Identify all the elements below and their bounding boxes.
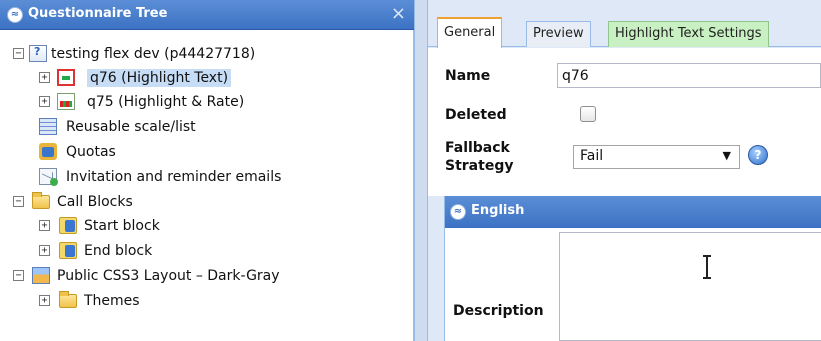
- tree-node-label[interactable]: testing flex dev (p44427718): [51, 45, 255, 63]
- tree-node-end-block[interactable]: + End block: [0, 239, 410, 263]
- panel-splitter[interactable]: [414, 0, 428, 341]
- help-icon[interactable]: ?: [748, 145, 768, 165]
- tab-strip: General Preview Highlight Text Settings: [428, 0, 821, 48]
- expand-expander-icon[interactable]: +: [39, 245, 50, 256]
- close-icon[interactable]: ×: [391, 3, 406, 25]
- expand-expander-icon[interactable]: +: [39, 220, 50, 231]
- collapse-expander-icon[interactable]: −: [13, 196, 24, 207]
- tree-node-label[interactable]: Invitation and reminder emails: [66, 168, 281, 186]
- block-icon: [59, 242, 77, 259]
- description-row: Description: [445, 228, 821, 341]
- collapse-expander-icon[interactable]: −: [13, 270, 24, 281]
- panel-header: ≈ Questionnaire Tree ×: [0, 0, 414, 30]
- questionnaire-icon: [29, 45, 47, 62]
- tree-node-start-block[interactable]: + Start block: [0, 214, 410, 238]
- fallback-label: Fallback: [445, 140, 510, 156]
- deleted-checkbox[interactable]: [580, 106, 596, 122]
- english-section: ≈ English Description: [444, 196, 821, 341]
- tree-node-label[interactable]: Reusable scale/list: [66, 118, 196, 136]
- collapse-expander-icon[interactable]: −: [13, 48, 24, 59]
- tree-node-label[interactable]: Public CSS3 Layout – Dark-Gray: [57, 267, 280, 285]
- tree-node-quotas[interactable]: Quotas: [0, 140, 410, 164]
- folder-icon: [59, 291, 77, 308]
- tree-node-label[interactable]: q75 (Highlight & Rate): [87, 93, 244, 111]
- block-icon: [59, 217, 77, 234]
- tab-preview[interactable]: Preview: [526, 21, 591, 47]
- tree-node-q76[interactable]: + q76 (Highlight Text): [0, 66, 410, 90]
- tree-node-label[interactable]: Call Blocks: [57, 193, 133, 211]
- select-value: Fail: [580, 148, 604, 164]
- general-form: Name Deleted Fallback Strategy Fail ▼ ?: [428, 48, 821, 196]
- highlight-text-icon: [57, 69, 75, 86]
- tree-node-call-blocks[interactable]: − Call Blocks: [0, 190, 410, 214]
- description-editor[interactable]: [559, 232, 821, 341]
- fallback-strategy-select[interactable]: Fail ▼: [573, 145, 740, 169]
- layout-icon: [32, 267, 50, 284]
- tree-node-themes[interactable]: + Themes: [0, 289, 410, 313]
- section-header: ≈ English: [445, 196, 821, 228]
- highlight-rate-icon: [57, 93, 75, 110]
- quotas-icon: [39, 143, 57, 160]
- section-title: English: [471, 203, 525, 218]
- questionnaire-tree-panel: ≈ Questionnaire Tree × − testing flex de…: [0, 0, 414, 341]
- panel-title: Questionnaire Tree: [28, 6, 168, 21]
- tree-node-reusable-scale[interactable]: Reusable scale/list: [0, 115, 410, 139]
- tree-node-emails[interactable]: Invitation and reminder emails: [0, 165, 410, 189]
- tree-node-label[interactable]: Quotas: [66, 143, 116, 161]
- folder-icon: [32, 192, 50, 209]
- tree-node-label[interactable]: q76 (Highlight Text): [87, 69, 232, 87]
- scale-list-icon: [39, 118, 57, 135]
- description-label: Description: [453, 303, 544, 319]
- tree-node-label[interactable]: End block: [84, 242, 152, 260]
- tree-node-project[interactable]: − testing flex dev (p44427718): [0, 42, 410, 66]
- tree-node-label[interactable]: Start block: [84, 217, 160, 235]
- strategy-label: Strategy: [445, 158, 514, 174]
- collapse-section-icon[interactable]: ≈: [450, 204, 466, 220]
- tree-node-q75[interactable]: + q75 (Highlight & Rate): [0, 90, 410, 114]
- properties-panel: General Preview Highlight Text Settings …: [428, 0, 821, 341]
- name-label: Name: [445, 68, 491, 84]
- tree-node-css-layout[interactable]: − Public CSS3 Layout – Dark-Gray: [0, 264, 410, 288]
- email-icon: [39, 168, 58, 186]
- text-cursor-icon: [703, 255, 711, 279]
- expand-expander-icon[interactable]: +: [39, 96, 50, 107]
- expand-expander-icon[interactable]: +: [39, 295, 50, 306]
- tab-highlight-text-settings[interactable]: Highlight Text Settings: [608, 21, 769, 47]
- tab-general[interactable]: General: [437, 17, 503, 48]
- deleted-label: Deleted: [445, 107, 507, 123]
- collapse-panel-icon[interactable]: ≈: [7, 7, 23, 23]
- expand-expander-icon[interactable]: +: [39, 72, 50, 83]
- name-field[interactable]: [557, 63, 821, 88]
- chevron-down-icon[interactable]: ▼: [723, 149, 731, 162]
- tree-node-label[interactable]: Themes: [84, 292, 140, 310]
